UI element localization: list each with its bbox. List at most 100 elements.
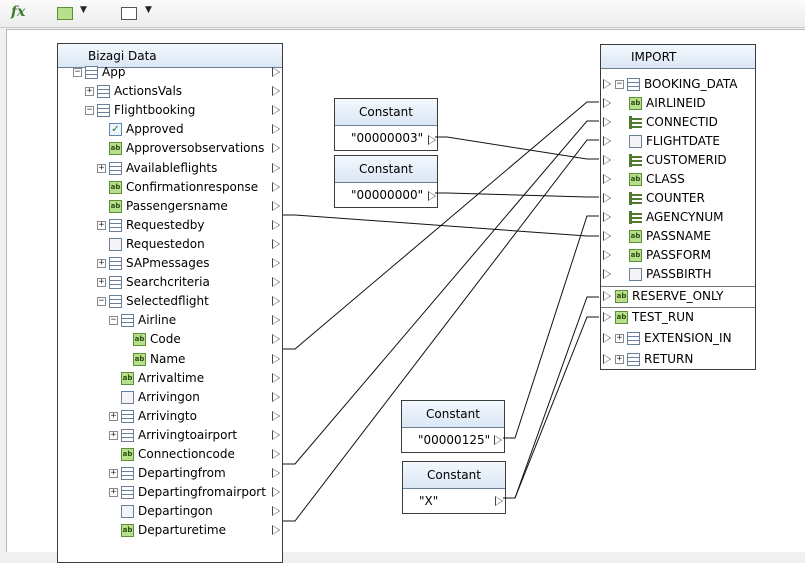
output-port[interactable] [272, 86, 280, 97]
expand-icon[interactable]: + [85, 87, 94, 97]
output-port[interactable] [272, 258, 280, 268]
tree-node[interactable]: ab Approversobservations [58, 139, 282, 158]
output-port[interactable] [272, 449, 280, 459]
chevron-down-icon[interactable]: ▼ [80, 5, 87, 15]
output-port[interactable] [494, 435, 502, 445]
output-port[interactable] [272, 334, 280, 345]
input-port[interactable] [603, 269, 611, 279]
input-port[interactable] [603, 136, 611, 146]
tree-node[interactable]: + Requestedby [58, 216, 282, 235]
output-port[interactable] [272, 487, 280, 498]
tree-node[interactable]: + Arrivingtoairport [58, 426, 282, 445]
expand-icon[interactable]: + [109, 488, 118, 498]
tree-node[interactable]: − Flightbooking [58, 101, 282, 120]
output-port[interactable] [272, 296, 280, 307]
import-field[interactable]: ab PASSFORM [601, 246, 755, 265]
import-field[interactable]: − BOOKING_DATA [601, 75, 755, 94]
output-port[interactable] [272, 429, 280, 440]
input-port[interactable] [603, 250, 611, 260]
input-port[interactable] [603, 79, 611, 89]
output-port[interactable] [272, 372, 280, 383]
text-field-icon[interactable] [57, 7, 73, 20]
tree-node[interactable]: + Departingfromairport [58, 483, 282, 502]
input-port[interactable] [603, 193, 611, 203]
tree-node[interactable]: + Availableflights [58, 159, 282, 178]
tree-node[interactable]: ab Code [58, 330, 282, 349]
output-port[interactable] [495, 496, 503, 506]
input-port[interactable] [603, 212, 611, 222]
import-field[interactable]: PASSBIRTH [601, 265, 755, 284]
import-field[interactable]: + EXTENSION_IN [601, 329, 755, 348]
import-field[interactable]: CUSTOMERID [601, 151, 755, 170]
input-port[interactable] [603, 155, 611, 165]
tree-node[interactable]: ab Confirmationresponse [58, 178, 282, 197]
output-port[interactable] [272, 162, 280, 173]
chevron-down-icon[interactable]: ▼ [145, 5, 152, 15]
tree-node[interactable]: ab Departuretime [58, 521, 282, 540]
collapse-icon[interactable]: − [85, 106, 94, 116]
expand-icon[interactable]: + [97, 278, 106, 288]
output-port[interactable] [272, 238, 280, 249]
import-field[interactable]: COUNTER [601, 189, 755, 208]
expand-icon[interactable]: + [615, 334, 624, 343]
constant-box[interactable]: Constant "00000125" [401, 400, 505, 453]
constant-box[interactable]: Constant "00000000" [334, 155, 438, 208]
output-port[interactable] [272, 181, 280, 192]
expand-icon[interactable]: + [97, 259, 106, 268]
tree-node[interactable]: + Arrivingto [58, 407, 282, 426]
expand-icon[interactable]: + [109, 469, 118, 479]
import-field[interactable]: + RETURN [601, 350, 755, 369]
input-port[interactable] [603, 312, 611, 322]
constant-box[interactable]: Constant "X" [402, 461, 506, 514]
output-port[interactable] [272, 219, 280, 230]
output-port[interactable] [428, 191, 436, 201]
import-field[interactable]: AGENCYNUM [601, 208, 755, 227]
tree-node[interactable]: ab Name [58, 350, 282, 369]
tree-node[interactable]: + ActionsVals [58, 82, 282, 101]
tree-node[interactable]: Departingon [58, 502, 282, 521]
tree-node[interactable]: ab Arrivaltime [58, 369, 282, 388]
tree-node[interactable]: − App [58, 63, 282, 82]
output-port[interactable] [428, 135, 436, 145]
output-port[interactable] [272, 391, 280, 402]
output-port[interactable] [272, 200, 280, 211]
import-field[interactable]: ab TEST_RUN [601, 308, 755, 327]
output-port[interactable] [272, 67, 280, 77]
tree-node[interactable]: ab Connectioncode [58, 445, 282, 464]
input-port[interactable] [603, 333, 611, 343]
expand-icon[interactable]: + [97, 220, 106, 230]
expand-icon[interactable]: + [109, 411, 118, 421]
output-port[interactable] [272, 124, 280, 135]
tree-node[interactable]: Arrivingon [58, 388, 282, 407]
import-field[interactable]: ab PASSNAME [601, 227, 755, 246]
import-field[interactable]: FLIGHTDATE [601, 132, 755, 151]
collapse-icon[interactable]: − [97, 297, 106, 307]
input-port[interactable] [603, 117, 611, 127]
output-port[interactable] [272, 410, 280, 421]
collapse-icon[interactable]: − [109, 316, 118, 326]
function-icon[interactable] [121, 7, 137, 20]
expand-icon[interactable]: + [109, 430, 118, 440]
input-port[interactable] [603, 174, 611, 184]
output-port[interactable] [272, 277, 280, 288]
output-port[interactable] [272, 506, 280, 517]
expand-icon[interactable]: + [97, 163, 106, 173]
output-port[interactable] [272, 353, 280, 364]
tree-node[interactable]: + Departingfrom [58, 464, 282, 483]
output-port[interactable] [272, 468, 280, 479]
tree-node[interactable]: Requestedon [58, 235, 282, 254]
input-port[interactable] [603, 98, 611, 108]
collapse-icon[interactable]: − [73, 68, 82, 77]
function-icon[interactable]: fx [11, 4, 25, 20]
input-port[interactable] [603, 291, 611, 301]
output-port[interactable] [272, 315, 280, 326]
import-field[interactable]: ab RESERVE_ONLY [601, 287, 755, 306]
import-field[interactable]: CONNECTID [601, 113, 755, 132]
tree-node[interactable]: + SAPmessages [58, 254, 282, 273]
output-port[interactable] [272, 525, 280, 536]
output-port[interactable] [272, 105, 280, 116]
import-field[interactable]: ab AIRLINEID [601, 94, 755, 113]
constant-box[interactable]: Constant "00000003" [334, 98, 438, 151]
tree-node[interactable]: − Selectedflight [58, 292, 282, 311]
tree-node[interactable]: ab Passengersname [58, 197, 282, 216]
